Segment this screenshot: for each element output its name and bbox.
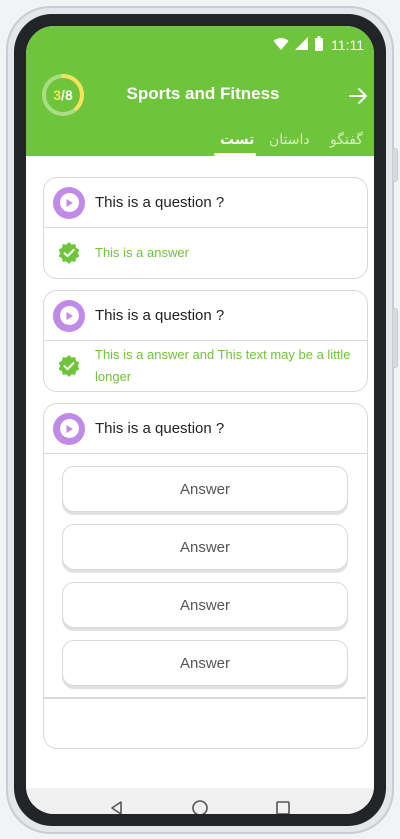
tab-conversation[interactable]: گفتگو [330, 132, 363, 148]
wifi-icon [273, 36, 289, 55]
play-icon [59, 193, 79, 212]
battery-icon [315, 35, 324, 55]
answer-row: This is a answer [44, 228, 367, 278]
check-badge-icon [53, 350, 85, 382]
back-button[interactable] [106, 797, 128, 814]
phone-bezel: 11:11 3/8 Sports and Fitness گفتگو داستا… [14, 14, 386, 826]
quiz-content: This is a question ? This is a answer Th… [26, 156, 374, 768]
signal-icon [295, 36, 309, 55]
recents-icon [275, 801, 290, 814]
answer-text: This is a answer and This text may be a … [95, 347, 351, 384]
status-time: 11:11 [331, 37, 364, 53]
progress-current: 3 [53, 87, 62, 103]
question-text: This is a question ? [95, 194, 225, 211]
play-audio-button[interactable] [53, 186, 85, 219]
app-header: 11:11 3/8 Sports and Fitness گفتگو داستا… [26, 26, 374, 156]
play-audio-button[interactable] [53, 412, 85, 445]
screen: 11:11 3/8 Sports and Fitness گفتگو داستا… [26, 26, 374, 814]
volume-button [392, 148, 398, 182]
answer-row: This is a answer and This text may be a … [44, 341, 367, 391]
status-bar: 11:11 [273, 35, 364, 55]
home-icon [192, 800, 208, 814]
question-text: This is a question ? [95, 307, 225, 324]
card-divider [44, 697, 366, 699]
recents-button[interactable] [272, 797, 294, 814]
play-icon [59, 419, 79, 438]
page-title: Sports and Fitness [126, 84, 280, 103]
back-icon [111, 801, 123, 814]
answer-option-button[interactable]: Answer [62, 640, 348, 686]
question-card: This is a question ? Answer Answer Answe… [43, 403, 368, 749]
tab-bar: گفتگو داستان تست [26, 126, 374, 156]
system-nav-bar [26, 788, 374, 814]
question-row: This is a question ? [44, 404, 367, 454]
question-row: This is a question ? [44, 178, 367, 228]
tab-test[interactable]: تست [220, 132, 254, 148]
play-audio-button[interactable] [53, 299, 85, 332]
answer-text: This is a answer [95, 245, 189, 260]
arrow-right-icon [349, 88, 367, 104]
phone-frame: 11:11 3/8 Sports and Fitness گفتگو داستا… [6, 6, 398, 834]
progress-total: 8 [64, 87, 73, 103]
next-button[interactable] [346, 84, 370, 108]
power-button [392, 308, 398, 368]
question-card: This is a question ? This is a answer an… [43, 290, 368, 392]
progress-count: 3/8 [40, 72, 86, 118]
play-icon [59, 306, 79, 325]
tab-story[interactable]: داستان [269, 132, 310, 148]
check-badge-icon [53, 237, 85, 269]
answer-option-button[interactable]: Answer [62, 466, 348, 512]
question-card: This is a question ? This is a answer [43, 177, 368, 279]
question-text: This is a question ? [95, 420, 225, 437]
answer-option-button[interactable]: Answer [62, 582, 348, 628]
question-row: This is a question ? [44, 291, 367, 341]
answer-option-button[interactable]: Answer [62, 524, 348, 570]
home-button[interactable] [189, 797, 211, 814]
progress-ring: 3/8 [40, 72, 86, 118]
